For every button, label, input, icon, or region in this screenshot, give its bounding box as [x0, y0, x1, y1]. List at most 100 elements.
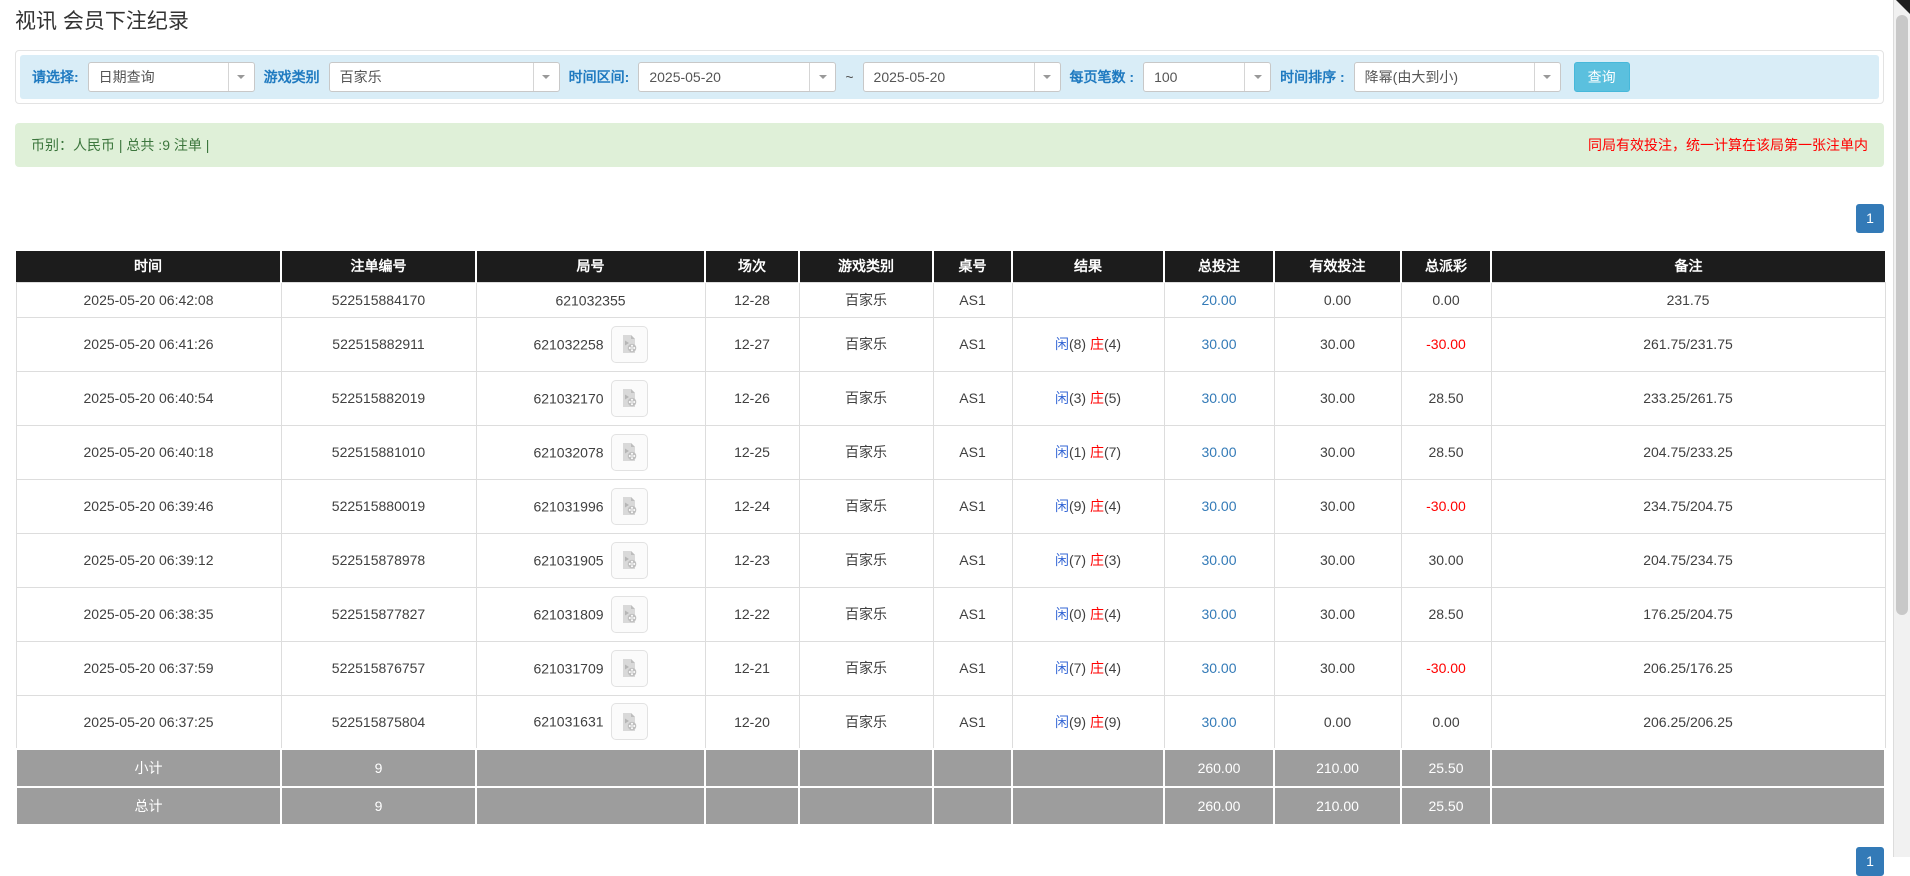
grand-total-row-cell [1012, 787, 1164, 825]
table-row: 2025-05-20 06:37:25522515875804621031631… [16, 695, 1885, 749]
subtotal-row-cell [476, 749, 705, 787]
chevron-down-icon [1534, 63, 1560, 91]
cell-valid-bet: 30.00 [1274, 533, 1401, 587]
currency-total-text: 币别：人民币 | 总共 :9 注单 | [31, 135, 209, 155]
grand-total-row: 总计9260.00210.0025.50 [16, 787, 1885, 825]
grand-total-row-cell: 9 [281, 787, 476, 825]
cell-payout: 0.00 [1401, 282, 1491, 317]
grand-total-row-cell [705, 787, 799, 825]
video-playback-button[interactable] [611, 326, 648, 363]
cell-bet-id: 522515878978 [281, 533, 476, 587]
cell-result: 闲(8) 庄(4) [1012, 317, 1164, 371]
cell-valid-bet: 30.00 [1274, 425, 1401, 479]
video-file-icon [619, 658, 639, 678]
date-to-input[interactable]: 2025-05-20 [863, 62, 1061, 92]
cell-time: 2025-05-20 06:38:35 [16, 587, 281, 641]
round-no: 621031905 [533, 552, 603, 568]
table-row: 2025-05-20 06:37:59522515876757621031709… [16, 641, 1885, 695]
video-playback-button[interactable] [611, 488, 648, 525]
cell-game-category: 百家乐 [799, 425, 933, 479]
cell-game-category: 百家乐 [799, 479, 933, 533]
chevron-down-icon [228, 63, 254, 91]
page-1-button[interactable]: 1 [1856, 847, 1884, 876]
subtotal-row: 小计9260.00210.0025.50 [16, 749, 1885, 787]
player-result-label: 闲 [1055, 660, 1069, 676]
cell-round-no: 621031996 [476, 479, 705, 533]
main-content: 视讯 会员下注纪录 请选择: 日期查询 游戏类别 百家乐 时间区间: 2025-… [15, 5, 1884, 876]
vertical-scrollbar[interactable] [1893, 0, 1910, 857]
video-playback-button[interactable] [611, 380, 648, 417]
cell-payout: 0.00 [1401, 695, 1491, 749]
banker-result-label: 庄 [1090, 336, 1104, 352]
subtotal-row-cell: 小计 [16, 749, 281, 787]
cell-total-bet: 30.00 [1164, 587, 1274, 641]
cell-bet-id: 522515881010 [281, 425, 476, 479]
cell-table-no: AS1 [933, 282, 1012, 317]
column-header: 桌号 [933, 251, 1012, 282]
video-playback-button[interactable] [611, 596, 648, 633]
chevron-down-icon [809, 63, 835, 91]
cell-table-no: AS1 [933, 587, 1012, 641]
subtotal-row-cell: 9 [281, 749, 476, 787]
chevron-down-icon [1034, 63, 1060, 91]
column-header: 时间 [16, 251, 281, 282]
column-header: 总投注 [1164, 251, 1274, 282]
cell-result: 闲(7) 庄(3) [1012, 533, 1164, 587]
grand-total-row-cell: 210.00 [1274, 787, 1401, 825]
video-playback-button[interactable] [611, 650, 648, 687]
cell-game-category: 百家乐 [799, 641, 933, 695]
banker-result-label: 庄 [1090, 444, 1104, 460]
game-category-dropdown[interactable]: 百家乐 [329, 62, 560, 92]
cell-payout: 28.50 [1401, 587, 1491, 641]
video-playback-button[interactable] [611, 703, 648, 740]
cell-total-bet: 30.00 [1164, 317, 1274, 371]
column-header: 结果 [1012, 251, 1164, 282]
cell-payout: 30.00 [1401, 533, 1491, 587]
scrollbar-thumb[interactable] [1896, 15, 1908, 615]
cell-total-bet: 30.00 [1164, 641, 1274, 695]
table-row: 2025-05-20 06:42:08522515884170621032355… [16, 282, 1885, 317]
cell-remark: 231.75 [1491, 282, 1885, 317]
time-sort-dropdown[interactable]: 降幂(由大到小) [1354, 62, 1561, 92]
grand-total-row-cell [933, 787, 1012, 825]
table-row: 2025-05-20 06:40:18522515881010621032078… [16, 425, 1885, 479]
cell-result: 闲(9) 庄(9) [1012, 695, 1164, 749]
cell-round-no: 621031809 [476, 587, 705, 641]
valid-bet-note: 同局有效投注，统一计算在该局第一张注单内 [1588, 135, 1868, 155]
cell-session: 12-26 [705, 371, 799, 425]
cell-table-no: AS1 [933, 479, 1012, 533]
cell-bet-id: 522515880019 [281, 479, 476, 533]
round-no: 621031709 [533, 660, 603, 676]
video-playback-button[interactable] [611, 542, 648, 579]
cell-valid-bet: 30.00 [1274, 587, 1401, 641]
round-no: 621031631 [533, 714, 603, 730]
table-row: 2025-05-20 06:39:46522515880019621031996… [16, 479, 1885, 533]
date-to-value: 2025-05-20 [864, 69, 1034, 85]
column-header: 场次 [705, 251, 799, 282]
cell-remark: 233.25/261.75 [1491, 371, 1885, 425]
column-header: 注单编号 [281, 251, 476, 282]
page-1-button[interactable]: 1 [1856, 204, 1884, 233]
cell-table-no: AS1 [933, 695, 1012, 749]
column-header: 备注 [1491, 251, 1885, 282]
select-type-dropdown[interactable]: 日期查询 [88, 62, 255, 92]
select-type-value: 日期查询 [89, 67, 228, 87]
select-type-label: 请选择: [32, 67, 79, 87]
time-sort-value: 降幂(由大到小) [1355, 67, 1534, 87]
cell-valid-bet: 0.00 [1274, 282, 1401, 317]
cell-valid-bet: 30.00 [1274, 479, 1401, 533]
cell-round-no: 621032258 [476, 317, 705, 371]
page-size-dropdown[interactable]: 100 [1143, 62, 1271, 92]
cell-session: 12-20 [705, 695, 799, 749]
date-from-input[interactable]: 2025-05-20 [638, 62, 836, 92]
video-playback-button[interactable] [611, 434, 648, 471]
cell-table-no: AS1 [933, 641, 1012, 695]
cell-time: 2025-05-20 06:42:08 [16, 282, 281, 317]
cell-result: 闲(1) 庄(7) [1012, 425, 1164, 479]
subtotal-row-cell [933, 749, 1012, 787]
cell-round-no: 621032078 [476, 425, 705, 479]
banker-result-label: 庄 [1090, 498, 1104, 514]
round-no: 621032258 [533, 336, 603, 352]
search-button[interactable]: 查询 [1574, 62, 1630, 92]
summary-bar: 币别：人民币 | 总共 :9 注单 | 同局有效投注，统一计算在该局第一张注单内 [15, 123, 1884, 167]
